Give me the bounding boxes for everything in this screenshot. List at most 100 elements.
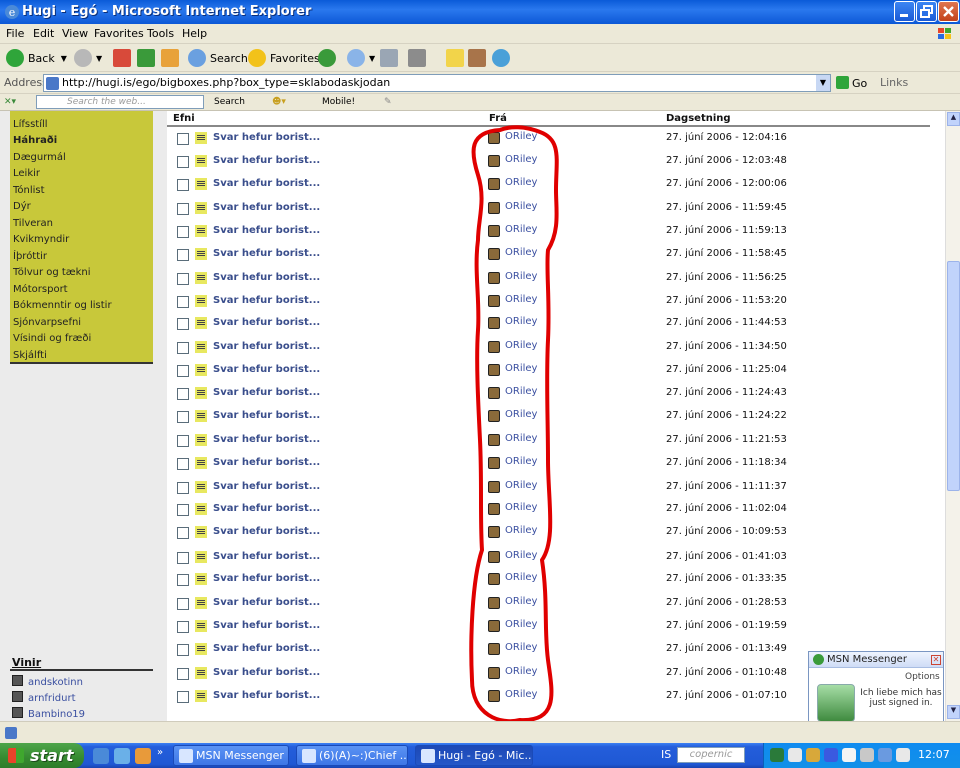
table-row[interactable]: Svar hefur borist... ORiley 27. júní 2006 … <box>167 523 930 546</box>
mail-button[interactable]: ▼ <box>347 47 375 69</box>
category-item-ithrottir[interactable]: Íþróttir <box>13 251 47 262</box>
row-checkbox[interactable] <box>177 435 189 447</box>
history-button[interactable] <box>318 47 340 69</box>
table-row[interactable]: Svar hefur borist... ORiley 27. júní 2006 … <box>167 500 930 523</box>
row-checkbox[interactable] <box>177 482 189 494</box>
message-subject-link[interactable]: Svar hefur borist... <box>213 481 320 492</box>
message-subject-link[interactable]: Svar hefur borist... <box>213 434 320 445</box>
column-header-date[interactable]: Dagsetning <box>666 113 731 124</box>
search-web-button[interactable]: Search <box>214 97 245 107</box>
tray-battery-icon[interactable] <box>896 748 910 762</box>
tray-display-icon[interactable] <box>878 748 892 762</box>
favorites-button[interactable]: Favorites <box>248 47 320 69</box>
table-row[interactable]: Svar hefur borist... ORiley 27. júní 2006 … <box>167 199 930 222</box>
message-from-link[interactable]: ORiley <box>505 131 537 142</box>
menu-file[interactable]: File <box>6 27 24 40</box>
quicklaunch-overflow-icon[interactable]: » <box>157 747 163 758</box>
clock[interactable]: 12:07 <box>918 748 950 761</box>
mobile-button[interactable]: Mobile! <box>322 97 355 107</box>
row-checkbox[interactable] <box>177 458 189 470</box>
table-row[interactable]: Svar hefur borist... ORiley 27. júní 2006 … <box>167 314 930 337</box>
message-subject-link[interactable]: Svar hefur borist... <box>213 667 320 678</box>
message-subject-link[interactable]: Svar hefur borist... <box>213 387 320 398</box>
table-row[interactable]: Svar hefur borist... ORiley 27. júní 2006 … <box>167 269 930 292</box>
row-checkbox[interactable] <box>177 504 189 516</box>
task-internet-explorer[interactable]: Hugi - Egó - Mic... <box>415 745 533 766</box>
task-chat-window[interactable]: (6)(A)~:)Chief ... <box>296 745 408 766</box>
refresh-button[interactable] <box>137 47 159 69</box>
message-subject-link[interactable]: Svar hefur borist... <box>213 155 320 166</box>
message-from-link[interactable]: ORiley <box>505 642 537 653</box>
maximize-button[interactable] <box>916 1 937 22</box>
message-from-link[interactable]: ORiley <box>505 386 537 397</box>
message-subject-link[interactable]: Svar hefur borist... <box>213 202 320 213</box>
table-row[interactable]: Svar hefur borist... ORiley 27. júní 2006 … <box>167 361 930 384</box>
row-checkbox[interactable] <box>177 365 189 377</box>
message-subject-link[interactable]: Svar hefur borist... <box>213 295 320 306</box>
minimize-button[interactable] <box>894 1 915 22</box>
message-subject-link[interactable]: Svar hefur borist... <box>213 317 320 328</box>
category-item-daegurmal[interactable]: Dægurmál <box>13 152 66 163</box>
back-button[interactable]: Back ▼ <box>6 47 67 69</box>
desktop-quicklaunch-icon[interactable] <box>114 748 130 764</box>
message-subject-link[interactable]: Svar hefur borist... <box>213 272 320 283</box>
message-subject-link[interactable]: Svar hefur borist... <box>213 643 320 654</box>
copernic-search-input[interactable]: copernic <box>677 747 745 763</box>
address-input[interactable]: http://hugi.is/ego/bigboxes.php?box_type… <box>43 74 831 92</box>
row-checkbox[interactable] <box>177 342 189 354</box>
message-from-link[interactable]: ORiley <box>505 247 537 258</box>
row-checkbox[interactable] <box>177 203 189 215</box>
close-button[interactable] <box>938 1 959 22</box>
message-subject-link[interactable]: Svar hefur borist... <box>213 225 320 236</box>
category-item-lifsstill[interactable]: Lífsstíll <box>13 119 48 130</box>
row-checkbox[interactable] <box>177 644 189 656</box>
message-subject-link[interactable]: Svar hefur borist... <box>213 526 320 537</box>
table-row[interactable]: Svar hefur borist... ORiley 27. júní 2006 … <box>167 478 930 501</box>
category-item-hahradi[interactable]: Háhraði <box>13 135 57 146</box>
row-checkbox[interactable] <box>177 621 189 633</box>
category-item-tonlist[interactable]: Tónlist <box>13 185 45 196</box>
message-from-link[interactable]: ORiley <box>505 271 537 282</box>
category-item-dyr[interactable]: Dýr <box>13 201 31 212</box>
tray-msn-icon[interactable] <box>806 748 820 762</box>
column-header-subject[interactable]: Efni <box>173 113 195 124</box>
message-from-link[interactable]: ORiley <box>505 619 537 630</box>
ie-quicklaunch-icon[interactable] <box>93 748 109 764</box>
row-checkbox[interactable] <box>177 179 189 191</box>
search-web-input[interactable]: Search the web... <box>36 95 204 109</box>
msn-options-link[interactable]: Options <box>905 672 940 682</box>
message-subject-link[interactable]: Svar hefur borist... <box>213 620 320 631</box>
tray-network-icon[interactable] <box>788 748 802 762</box>
tray-app-icon[interactable] <box>770 748 784 762</box>
media-quicklaunch-icon[interactable] <box>135 748 151 764</box>
go-button[interactable]: Go <box>836 76 867 90</box>
message-from-link[interactable]: ORiley <box>505 340 537 351</box>
category-item-kvikmyndir[interactable]: Kvikmyndir <box>13 234 69 245</box>
links-button[interactable]: Links <box>880 76 908 89</box>
table-row[interactable]: Svar hefur borist... ORiley 27. júní 2006 … <box>167 431 930 454</box>
row-checkbox[interactable] <box>177 574 189 586</box>
table-row[interactable]: Svar hefur borist... ORiley 27. júní 2006 … <box>167 129 930 152</box>
message-from-link[interactable]: ORiley <box>505 572 537 583</box>
vertical-scrollbar[interactable]: ▲ ▼ <box>945 111 960 721</box>
message-from-link[interactable]: ORiley <box>505 550 537 561</box>
scroll-up-button[interactable]: ▲ <box>947 112 960 126</box>
print-button[interactable] <box>380 47 402 69</box>
menu-view[interactable]: View <box>62 27 88 40</box>
friend-item[interactable]: andskotinn <box>12 675 83 688</box>
table-row[interactable]: Svar hefur borist... ORiley 27. júní 2006 … <box>167 292 930 315</box>
row-checkbox[interactable] <box>177 273 189 285</box>
tray-antivirus-icon[interactable] <box>824 748 838 762</box>
scroll-down-button[interactable]: ▼ <box>947 705 960 719</box>
language-indicator[interactable]: IS <box>661 748 671 761</box>
menu-tools[interactable]: Tools <box>147 27 174 40</box>
home-button[interactable] <box>161 47 183 69</box>
row-checkbox[interactable] <box>177 668 189 680</box>
message-subject-link[interactable]: Svar hefur borist... <box>213 410 320 421</box>
category-item-skjalfti[interactable]: Skjálfti <box>13 350 47 361</box>
message-subject-link[interactable]: Svar hefur borist... <box>213 248 320 259</box>
message-from-link[interactable]: ORiley <box>505 502 537 513</box>
message-subject-link[interactable]: Svar hefur borist... <box>213 597 320 608</box>
message-subject-link[interactable]: Svar hefur borist... <box>213 132 320 143</box>
message-subject-link[interactable]: Svar hefur borist... <box>213 690 320 701</box>
